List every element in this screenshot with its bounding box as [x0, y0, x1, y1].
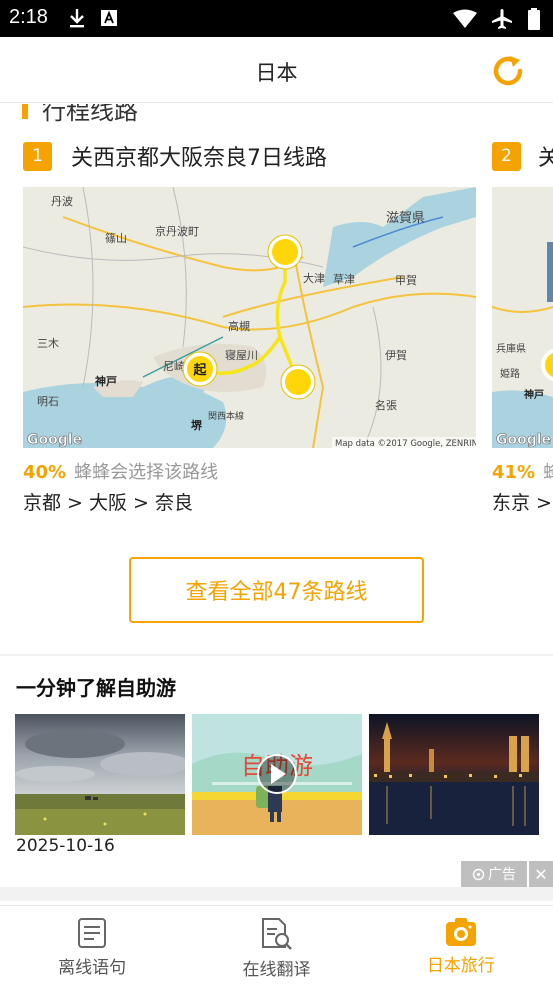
section-divider [0, 654, 553, 656]
section-gap [0, 887, 553, 901]
route-index-badge: 2 [492, 141, 521, 171]
map-label: 丹波 [51, 195, 73, 208]
map-pin-start: 起 [182, 351, 218, 387]
map-label: 尼崎 [163, 359, 185, 373]
routes-section-label: 行程线路 [42, 104, 138, 125]
video-image: 自助游 [192, 714, 362, 835]
main-content[interactable]: 行程线路 1 关西京都大阪奈良7日线路 丹波 篠山 京丹波町 大津 草津 滋賀県… [0, 104, 553, 901]
tab-japan-travel[interactable]: 日本旅行 [369, 906, 553, 984]
videos-section-title: 一分钟了解自助游 [16, 676, 176, 700]
route-popularity: 41% 蜂 [492, 458, 553, 484]
battery-icon [528, 8, 540, 30]
video-image [15, 714, 185, 835]
map-pin-nara [280, 364, 316, 400]
map-label: 三木 [37, 337, 59, 350]
video-thumbnail[interactable]: 自助游 [192, 714, 362, 835]
map-label: 滋賀県 [386, 211, 425, 226]
video-thumbnail[interactable] [15, 714, 185, 835]
map-label: 名張 [375, 398, 397, 412]
play-icon [257, 754, 297, 794]
download-icon [70, 9, 84, 28]
page-title: 日本 [255, 61, 298, 85]
route-index-badge: 1 [23, 141, 52, 171]
map-pin-kyoto [267, 234, 303, 270]
video-image [369, 714, 539, 835]
keyboard-a-icon [101, 10, 117, 26]
route-percent: 40% [23, 462, 67, 483]
phrasebook-icon [78, 918, 107, 948]
status-bar: 2:18 [0, 0, 553, 37]
map-attribution: Map data ©2017 Google, ZENRIN [335, 439, 476, 448]
map-label: 甲賀 [395, 274, 417, 287]
map-label: 篠山 [105, 231, 127, 245]
translate-doc-icon [262, 918, 293, 950]
ad-tag: 广告 ✕ [461, 861, 553, 887]
section-accent-bar [22, 104, 28, 119]
map-label: 神戸 [524, 388, 544, 401]
route-name: 关 [538, 146, 553, 171]
map-label: 神戸 [95, 374, 117, 388]
map-label: 京丹波町 [155, 224, 199, 238]
status-time: 2:18 [9, 6, 48, 28]
map-label: 伊賀 [385, 349, 407, 362]
airplane-mode-icon [492, 9, 512, 29]
route-map[interactable]: 兵庫県 姫路 神戸 Google [492, 187, 553, 448]
wifi-icon [453, 9, 477, 28]
route-card-2[interactable]: 2 关 兵庫県 姫路 神戸 Google 41% 蜂 东京 > [492, 140, 553, 514]
map-label: 姫路 [500, 367, 520, 380]
google-logo: Google [496, 432, 551, 448]
route-cities: 京都 > 大阪 > 奈良 [23, 492, 193, 514]
travel-camera-icon [445, 918, 476, 946]
map-label: 堺 [191, 418, 203, 432]
tab-label: 日本旅行 [426, 956, 495, 976]
video-thumbnail[interactable] [369, 714, 539, 835]
ad-label: 广告 [488, 867, 516, 883]
view-all-routes-button[interactable]: 查看全部47条路线 [129, 557, 424, 623]
map-label: 高槻 [228, 319, 250, 333]
start-marker-text: 起 [192, 362, 207, 378]
ad-label-box: 广告 [461, 861, 527, 887]
map-label: 寝屋川 [225, 348, 258, 362]
route-choose-text: 蜂 [543, 462, 553, 483]
map-label: 大津 [303, 271, 325, 285]
routes-section-title: 行程线路 [22, 104, 138, 126]
route-card-1[interactable]: 1 关西京都大阪奈良7日线路 丹波 篠山 京丹波町 大津 草津 滋賀県 甲賀 高… [23, 140, 476, 514]
route-choose-text: 蜂蜂会选择该路线 [74, 462, 219, 483]
google-logo: Google [27, 432, 82, 448]
route-header: 2 关 [492, 140, 553, 172]
route-map[interactable]: 丹波 篠山 京丹波町 大津 草津 滋賀県 甲賀 高槻 三木 神戸 尼崎 寝屋川 … [23, 187, 476, 448]
map-label: 草津 [333, 273, 355, 286]
tab-offline-phrases[interactable]: 离线语句 [0, 906, 184, 984]
tab-online-translate[interactable]: 在线翻译 [184, 906, 368, 984]
route-cities: 东京 > [492, 492, 552, 514]
map-label: 兵庫県 [496, 342, 526, 355]
refresh-icon[interactable] [490, 53, 526, 89]
ad-close-icon[interactable]: ✕ [529, 861, 553, 887]
route-name: 关西京都大阪奈良7日线路 [71, 146, 327, 171]
route-map-drawing: 兵庫県 姫路 神戸 Google [492, 187, 553, 448]
route-map-drawing: 丹波 篠山 京丹波町 大津 草津 滋賀県 甲賀 高槻 三木 神戸 尼崎 寝屋川 … [23, 187, 476, 448]
map-label: 関西本線 [208, 410, 244, 422]
route-percent: 41% [492, 462, 536, 483]
app-header: 日本 [0, 37, 553, 103]
map-label: 明石 [37, 395, 59, 408]
route-header: 1 关西京都大阪奈良7日线路 [23, 140, 327, 172]
tab-label: 在线翻译 [242, 960, 311, 980]
tab-label: 离线语句 [58, 958, 127, 978]
video-date: 2025-10-16 [16, 836, 115, 856]
bottom-tab-bar: 离线语句 在线翻译 日本旅行 [0, 905, 553, 984]
route-popularity: 40% 蜂蜂会选择该路线 [23, 458, 218, 484]
ad-icon [472, 868, 485, 880]
